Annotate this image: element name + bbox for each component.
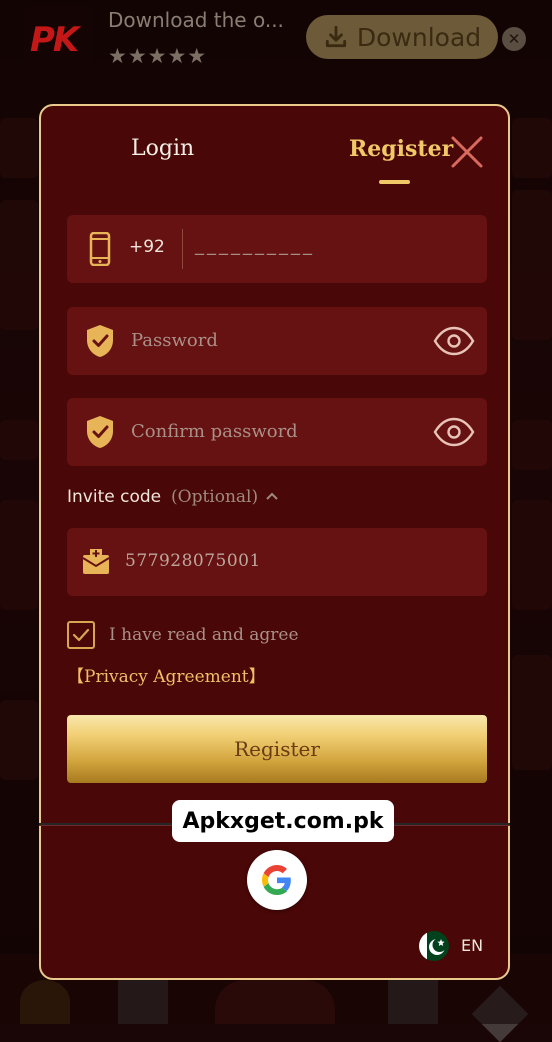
download-button[interactable]: Download (306, 15, 498, 59)
rating-stars: ★★★★★ (108, 44, 208, 68)
watermark: Apkxget.com.pk (172, 800, 394, 842)
language-selector[interactable]: EN (461, 936, 483, 955)
confirm-password-field[interactable]: Confirm password (67, 398, 487, 466)
confirm-password-input[interactable]: Confirm password (131, 421, 298, 442)
phone-icon (89, 232, 111, 266)
pakistan-flag-icon[interactable] (419, 931, 449, 961)
agree-checkbox[interactable] (67, 621, 95, 649)
banner-title: Download the o... (108, 8, 284, 32)
google-login-button[interactable] (247, 850, 307, 910)
shield-check-icon (87, 325, 113, 357)
tab-login[interactable]: Login (131, 136, 194, 161)
shield-check-icon (87, 416, 113, 448)
eye-icon[interactable] (433, 326, 475, 356)
register-modal: Login Register +92 __________ Password C… (39, 104, 510, 980)
download-label: Download (356, 22, 482, 52)
close-icon[interactable] (449, 134, 485, 170)
field-divider (182, 229, 183, 269)
eye-icon[interactable] (433, 417, 475, 447)
app-logo: PK (24, 6, 92, 70)
invite-optional-label: (Optional) (171, 487, 259, 507)
envelope-icon (82, 549, 110, 574)
password-field[interactable]: Password (67, 307, 487, 375)
agree-text: I have read and agree (109, 625, 299, 645)
invite-code-input[interactable]: 577928075001 (125, 551, 261, 571)
google-icon (262, 865, 291, 895)
tab-register[interactable]: Register (349, 136, 453, 162)
phone-field[interactable]: +92 __________ (67, 215, 487, 283)
checkmark-icon (72, 628, 90, 642)
download-banner: PK Download the o... ★★★★★ Download ✕ (0, 0, 552, 78)
invite-code-field[interactable]: 577928075001 (67, 528, 487, 596)
privacy-agreement-link[interactable]: 【Privacy Agreement】 (67, 662, 266, 687)
close-banner-button[interactable]: ✕ (502, 27, 526, 51)
chevron-up-icon[interactable] (265, 490, 279, 502)
password-input[interactable]: Password (131, 330, 218, 351)
register-button[interactable]: Register (67, 715, 487, 783)
active-tab-indicator (379, 180, 410, 184)
phone-input[interactable]: __________ (195, 235, 315, 256)
country-code[interactable]: +92 (129, 237, 165, 257)
download-icon (325, 25, 346, 48)
invite-code-label: Invite code (67, 487, 162, 507)
